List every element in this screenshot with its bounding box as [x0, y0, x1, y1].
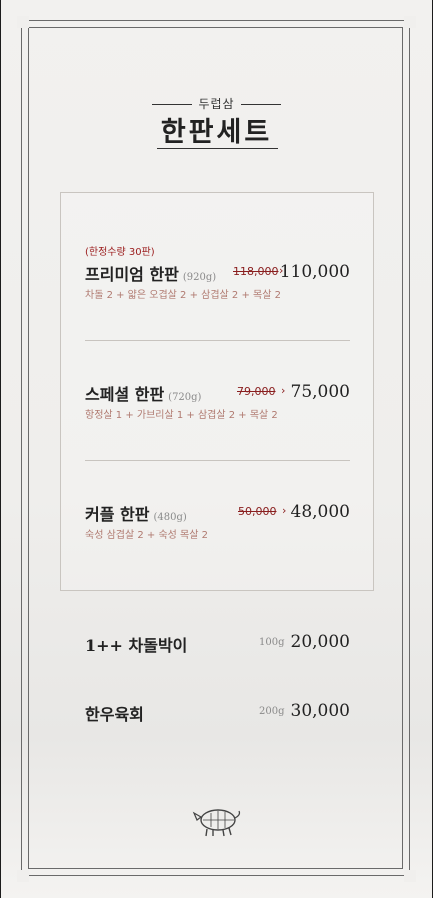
set-price: 48,000: [290, 502, 350, 522]
price-arrow-icon: ›: [281, 384, 286, 397]
extra-item-price: 20,000: [290, 632, 350, 652]
old-price: 79,000: [237, 385, 276, 398]
limited-badge: (한정수량 30판): [85, 247, 155, 258]
page-title: 한판세트: [160, 117, 273, 148]
set-item-name: 프리미엄 한판 (920g): [85, 261, 216, 285]
set-description: 항정살 1 + 가브리살 1 + 삼겹살 2 + 목살 2: [85, 410, 278, 421]
pig-logo-icon: [192, 809, 241, 837]
header-subtitle-rule: [152, 104, 193, 105]
title-underline: [157, 148, 278, 149]
set-item-name: 커플 한판 (480g): [85, 501, 187, 525]
old-price: 50,000: [238, 505, 277, 518]
set-item-title: 스페셜 한판: [85, 385, 165, 404]
set-description: 숙성 삼겹살 2 + 숙성 목살 2: [85, 530, 208, 541]
set-price: 110,000: [279, 262, 350, 282]
set-item-weight: (920g): [182, 272, 217, 283]
divider: [85, 340, 350, 341]
extra-item-name: 한우육회: [85, 705, 144, 724]
divider: [85, 460, 350, 461]
set-price: 75,000: [290, 382, 350, 402]
corner-ornament: [404, 16, 416, 28]
corner-ornament: [17, 16, 29, 28]
corner-ornament: [17, 870, 29, 882]
old-price: 118,000: [233, 265, 279, 278]
set-item-weight: (720g): [168, 392, 202, 403]
set-item-title: 프리미엄 한판: [85, 265, 179, 284]
extra-item-weight: 100g: [259, 637, 285, 648]
menu-page: 두럽삼 한판세트 (한정수량 30판) 프리미엄 한판 (920g) 118,00…: [1, 0, 432, 898]
header-subtitle-text: 두럽삼: [198, 97, 235, 111]
extra-item-price: 30,000: [290, 701, 350, 721]
price-arrow-icon: ›: [282, 504, 287, 517]
extra-item-weight: 200g: [259, 706, 285, 717]
extra-item-name: 1++ 차돌박이: [85, 636, 188, 655]
corner-ornament: [404, 870, 416, 882]
set-item-title: 커플 한판: [85, 505, 150, 524]
set-item-name: 스페셜 한판 (720g): [85, 381, 201, 405]
header-subtitle-rule: [240, 104, 281, 105]
set-item-weight: (480g): [153, 512, 187, 523]
set-description: 차돌 2 + 얇은 오겹살 2 + 삼겹살 2 + 목살 2: [85, 290, 281, 301]
